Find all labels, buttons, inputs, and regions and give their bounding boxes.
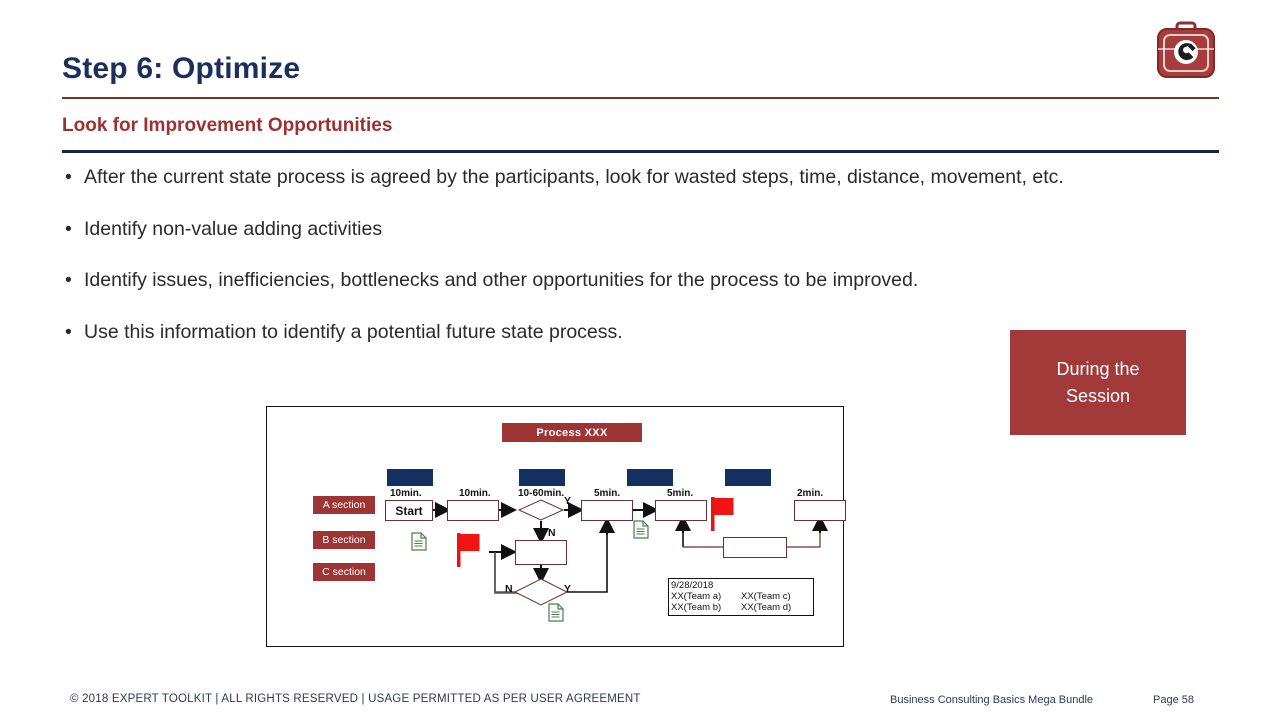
list-item: • Use this information to identify a pot… — [62, 317, 1172, 349]
page-title: Step 6: Optimize — [62, 52, 301, 85]
legend-team-right: XX(Team c) — [741, 591, 791, 603]
bullet-text: Identify non-value adding activities — [84, 217, 383, 240]
callout-line-2: Session — [1065, 385, 1131, 406]
decision-label-y: Y — [564, 583, 572, 595]
process-box — [581, 500, 633, 521]
green-document-icon — [411, 532, 427, 556]
legend-team-right: XX(Team d) — [741, 602, 792, 614]
legend-team-left: XX(Team b) — [671, 602, 722, 614]
list-item: • Identify non-value adding activities — [62, 214, 1172, 246]
footer-bundle-name: Business Consulting Basics Mega Bundle — [890, 694, 1094, 706]
legend-team-left: XX(Team a) — [671, 591, 722, 603]
title-divider — [62, 97, 1219, 99]
bullet-marker: • — [65, 217, 72, 240]
bullet-marker: • — [65, 320, 72, 343]
footer-copyright: © 2018 EXPERT TOOLKIT | ALL RIGHTS RESER… — [70, 693, 641, 705]
red-flag-icon — [457, 533, 481, 572]
toolkit-wrench-logo-icon — [1155, 18, 1217, 80]
bullet-list: • After the current state process is agr… — [62, 162, 1172, 364]
bullet-text: Identify issues, inefficiencies, bottlen… — [84, 269, 919, 292]
bullet-text: Use this information to identify a poten… — [84, 320, 623, 343]
legend-row: XX(Team a) XX(Team c) — [671, 591, 811, 602]
process-box — [655, 500, 707, 521]
process-box — [447, 500, 499, 521]
diagram-legend: 9/28/2018 XX(Team a) XX(Team c) XX(Team … — [668, 578, 814, 616]
bullet-marker: • — [65, 269, 72, 292]
legend-date: 9/28/2018 — [671, 580, 714, 591]
list-item: • After the current state process is agr… — [62, 162, 1172, 194]
red-flag-icon — [711, 497, 735, 536]
process-box — [794, 500, 846, 521]
decision-label-y: Y — [564, 495, 572, 507]
subtitle-divider — [62, 150, 1219, 153]
page-subtitle: Look for Improvement Opportunities — [62, 115, 393, 136]
callout-line-1: During the — [1056, 359, 1140, 380]
bullet-text: After the current state process is agree… — [84, 166, 1064, 188]
process-flow-diagram: Process XXX A section B section C sectio… — [266, 406, 846, 647]
decision-label-n: N — [505, 583, 513, 595]
green-document-icon — [548, 603, 564, 627]
list-item: • Identify issues, inefficiencies, bottl… — [62, 265, 1172, 297]
process-box — [515, 540, 567, 565]
process-box — [723, 537, 787, 558]
bullet-marker: • — [65, 166, 72, 188]
decision-label-n: N — [548, 527, 556, 539]
during-the-session-callout: During the Session — [1010, 330, 1186, 435]
green-document-icon — [633, 520, 649, 544]
footer-page-number: Page 58 — [1153, 694, 1194, 706]
slide-canvas: Step 6: Optimize Look for Improvement Op… — [0, 0, 1280, 720]
process-box-start: Start — [385, 500, 433, 521]
legend-row: XX(Team b) XX(Team d) — [671, 602, 811, 613]
